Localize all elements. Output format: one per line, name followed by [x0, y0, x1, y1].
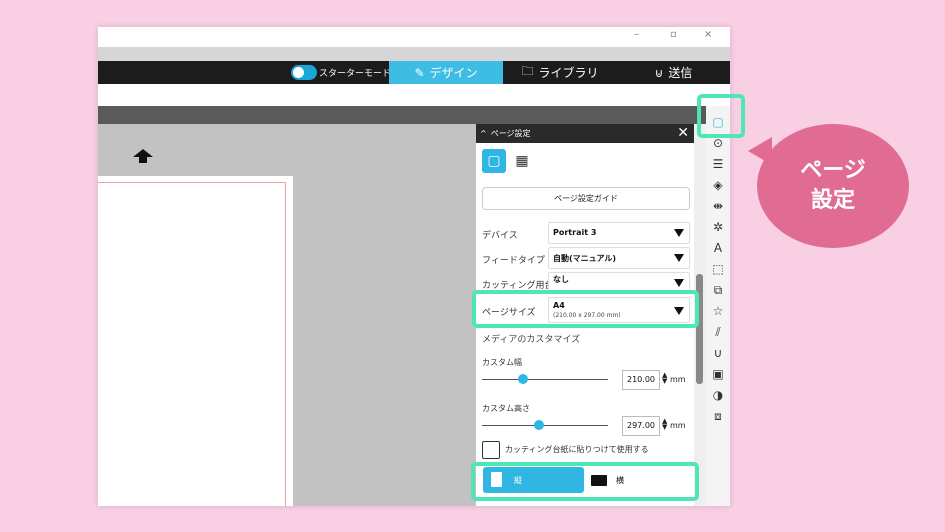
right-tool-strip: ▢ ⊙ ☰ ◈ ⇼ ✲ A ⬚ ⧉ ☆ ⫽ ∪ ▣ ◑ ⧈ [706, 106, 730, 506]
fill-icon[interactable]: ◈ [708, 175, 728, 195]
highlight-page-settings-icon [697, 94, 745, 138]
pix-scan-icon[interactable]: ▣ [708, 364, 728, 384]
contrast-icon[interactable]: ◑ [708, 385, 728, 405]
tab-send[interactable]: ⊍ 送信 [617, 61, 730, 84]
device-row: デバイス Portrait 3 [482, 222, 690, 244]
device-select[interactable]: Portrait 3 [548, 222, 690, 244]
starter-mode-toggle[interactable] [291, 65, 317, 80]
device-value: Portrait 3 [553, 228, 597, 237]
panel-tab-icons: ▢ ▦ [476, 143, 694, 179]
cutting-mat-checkbox-label: カッティング台紙に貼りつけて使用する [505, 445, 649, 454]
height-stepper-icon[interactable]: ▲ ▼ [662, 418, 667, 431]
tab-library-label: ライブラリ [538, 66, 599, 80]
cutting-mat-value: なし [553, 275, 569, 284]
folder-icon: 🗀 [521, 64, 534, 78]
callout-line-2: 設定 [810, 188, 855, 213]
feed-type-label: フィードタイプ [482, 256, 545, 266]
tab-design-label: デザイン [429, 66, 478, 80]
tab-design[interactable]: ✎ デザイン [389, 61, 503, 84]
close-button[interactable]: × [704, 29, 712, 40]
top-nav-bar: スターターモードオフ ✎ デザイン 🗀 ライブラリ ⊍ 送信 [98, 61, 730, 84]
device-label: デバイス [482, 231, 518, 241]
line-style-icon[interactable]: ☰ [708, 154, 728, 174]
shapes-icon[interactable]: ⧉ [708, 280, 728, 300]
width-stepper-icon[interactable]: ▲ ▼ [662, 372, 667, 385]
highlight-orientation [471, 462, 699, 501]
sketch-icon[interactable]: ⫽ [708, 322, 728, 342]
page-settings-guide-button[interactable]: ページ設定ガイド [482, 187, 690, 210]
feed-direction-arrow-icon [133, 149, 153, 163]
custom-height-slider[interactable] [482, 425, 608, 426]
highlight-page-size [472, 290, 699, 328]
chevron-down-icon [674, 279, 684, 287]
width-unit: mm [670, 375, 686, 384]
sub-toolbar [98, 84, 730, 106]
panel-header: ^ ページ設定 ✕ [476, 124, 694, 143]
cut-border [98, 182, 286, 506]
collapse-icon[interactable]: ^ [480, 129, 487, 138]
tab-send-label: 送信 [668, 66, 693, 80]
close-panel-icon[interactable]: ✕ [677, 125, 689, 141]
transform-icon[interactable]: ⬚ [708, 259, 728, 279]
app-window: – ▫ × スターターモードオフ ✎ デザイン 🗀 ライブラリ ⊍ 送信 ^ ペ… [98, 27, 730, 506]
feed-type-select[interactable]: 自動(マニュアル) [548, 247, 690, 269]
callout-line-1: ページ [800, 158, 866, 183]
trace-icon[interactable]: ✲ [708, 217, 728, 237]
feed-type-row: フィードタイプ 自動(マニュアル) [482, 247, 690, 269]
canvas-top-bar [98, 106, 730, 124]
chevron-down-icon [674, 229, 684, 237]
offset-icon[interactable]: ⇼ [708, 196, 728, 216]
chevron-down-icon [674, 254, 684, 262]
cutting-mat-checkbox[interactable] [482, 441, 500, 459]
title-bar: – ▫ × [98, 27, 730, 47]
page-settings-callout: ページ 設定 [757, 124, 909, 248]
height-unit: mm [670, 421, 686, 430]
tab-library[interactable]: 🗀 ライブラリ [503, 61, 617, 84]
pencil-ruler-icon: ✎ [414, 65, 425, 80]
media-customize-title: メディアのカスタマイズ [482, 335, 581, 345]
magnet-icon: ⊍ [654, 65, 664, 80]
custom-width-slider-handle[interactable] [518, 374, 528, 384]
page-settings-tab-icon[interactable]: ▢ [482, 149, 506, 173]
custom-height-slider-handle[interactable] [534, 420, 544, 430]
star-icon[interactable]: ☆ [708, 301, 728, 321]
custom-height-label: カスタム高さ [482, 404, 530, 413]
restore-button[interactable]: ▫ [670, 29, 677, 40]
custom-width-input[interactable]: 210.00 [622, 370, 660, 390]
panel-title: ページ設定 [490, 129, 531, 138]
custom-height-input[interactable]: 297.00 [622, 416, 660, 436]
custom-width-label: カスタム幅 [482, 358, 522, 367]
text-style-icon[interactable]: A [708, 238, 728, 258]
library-panel-icon[interactable]: ⧈ [708, 406, 728, 426]
custom-width-slider[interactable] [482, 379, 608, 380]
minimize-button[interactable]: – [634, 29, 639, 40]
send-magnet-icon[interactable]: ∪ [708, 343, 728, 363]
grid-settings-tab-icon[interactable]: ▦ [513, 149, 531, 173]
feed-type-value: 自動(マニュアル) [553, 254, 617, 263]
